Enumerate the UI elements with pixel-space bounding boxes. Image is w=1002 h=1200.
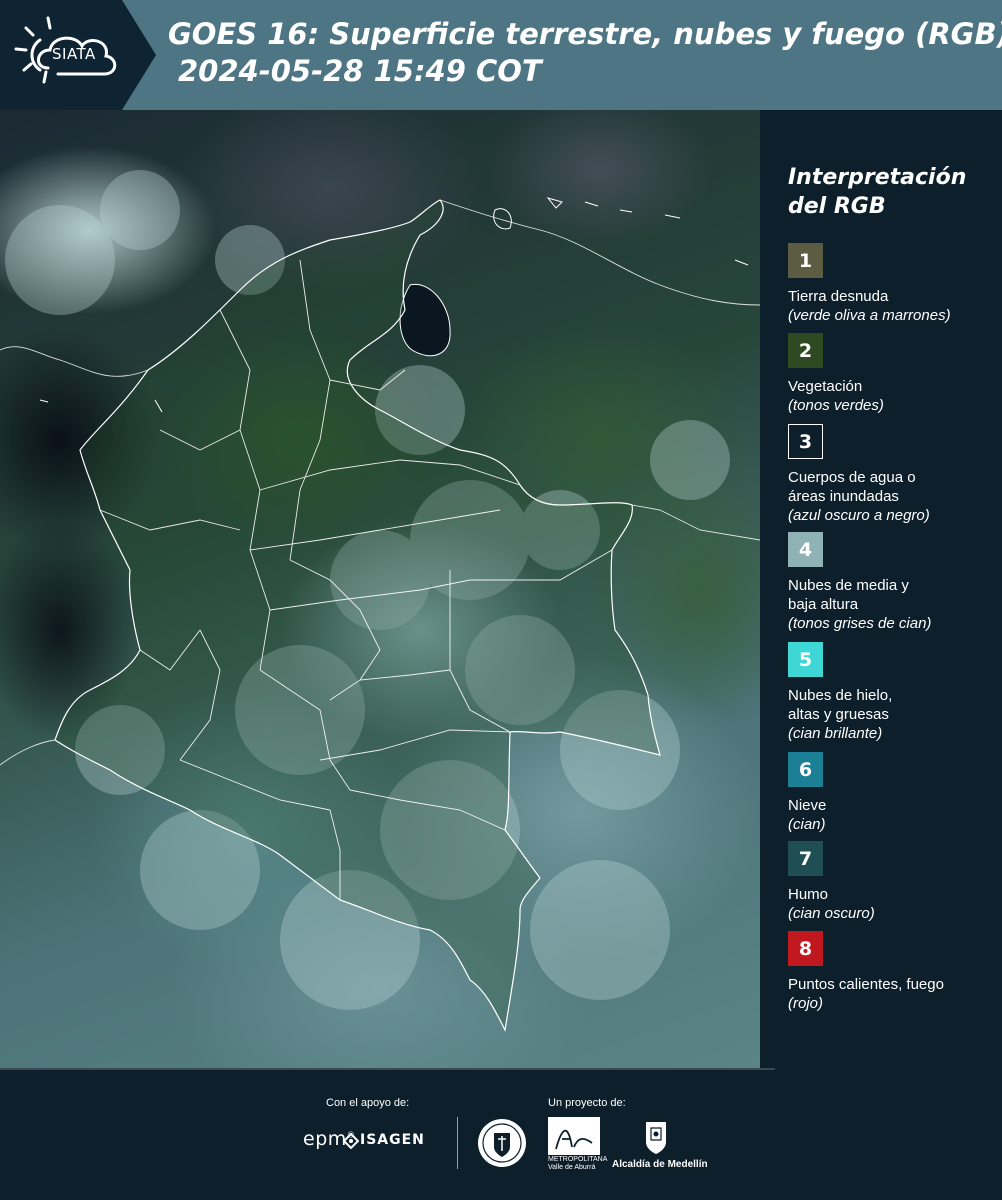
legend-number: 3 bbox=[798, 430, 813, 453]
legend-item-fire: 8 Puntos calientes, fuego (rojo) bbox=[788, 931, 998, 1013]
legend-label: Tierra desnuda bbox=[788, 288, 889, 305]
legend-label: Humo bbox=[788, 886, 829, 903]
isagen-logo-text: ISAGEN bbox=[360, 1132, 425, 1148]
legend-swatch: 6 bbox=[788, 752, 823, 787]
legend-number: 4 bbox=[798, 538, 813, 561]
legend-swatch: 1 bbox=[788, 243, 823, 278]
legend-swatch: 2 bbox=[788, 333, 823, 368]
legend-swatch: 8 bbox=[788, 931, 823, 966]
alcaldia-medellin-name: Alcaldía de Medellín bbox=[612, 1159, 708, 1170]
page-title: GOES 16: Superficie terrestre, nubes y f… bbox=[168, 16, 1002, 90]
colombia-boundaries bbox=[0, 170, 760, 1032]
legend-number: 8 bbox=[798, 937, 813, 960]
medellin-coat-of-arms-icon bbox=[646, 1122, 666, 1154]
legend-sublabel: (cian) bbox=[788, 816, 826, 833]
epm-logo-text: epm bbox=[303, 1128, 347, 1150]
project-label: Un proyecto de: bbox=[548, 1097, 626, 1109]
legend-item-water: 3 Cuerpos de agua o áreas inundadas (azu… bbox=[788, 424, 998, 525]
footer-divider bbox=[457, 1117, 458, 1169]
legend-item-bare-soil: 1 Tierra desnuda (verde oliva a marrones… bbox=[788, 243, 998, 325]
rgb-legend: Interpretación del RGB 1 Tierra desnuda … bbox=[776, 110, 1002, 1070]
legend-swatch: 4 bbox=[788, 532, 823, 567]
legend-swatch: 5 bbox=[788, 642, 823, 677]
legend-item-low-clouds: 4 Nubes de media y baja altura (tonos gr… bbox=[788, 532, 998, 633]
university-seal-icon bbox=[478, 1119, 526, 1167]
satellite-rgb-map bbox=[0, 110, 760, 1070]
legend-swatch: 7 bbox=[788, 841, 823, 876]
legend-number: 1 bbox=[798, 249, 813, 272]
legend-sublabel: (verde oliva a marrones) bbox=[788, 307, 951, 324]
header-bar: SIATA GOES 16: Superficie terrestre, nub… bbox=[0, 0, 1002, 110]
legend-item-snow: 6 Nieve (cian) bbox=[788, 752, 998, 834]
legend-sublabel: (azul oscuro a negro) bbox=[788, 507, 930, 524]
legend-sublabel: (cian oscuro) bbox=[788, 905, 875, 922]
area-metropolitana-name: METROPOLITANA Valle de Aburrá bbox=[548, 1156, 608, 1171]
footer-sponsors: Con el apoyo de: Un proyecto de: epm® IS… bbox=[0, 1070, 1002, 1200]
legend-swatch: 3 bbox=[788, 424, 823, 459]
legend-label: Vegetación bbox=[788, 378, 863, 395]
legend-label: Nubes de media y baja altura bbox=[788, 577, 909, 613]
legend-sublabel: (tonos grises de cian) bbox=[788, 615, 932, 632]
title-line-datetime: 2024-05-28 15:49 COT bbox=[178, 54, 542, 88]
legend-sublabel: (tonos verdes) bbox=[788, 397, 884, 414]
legend-label: Cuerpos de agua o áreas inundadas bbox=[788, 469, 916, 505]
siata-logo-text: SIATA bbox=[52, 45, 96, 63]
legend-number: 6 bbox=[798, 758, 813, 781]
siata-logo: SIATA bbox=[0, 0, 156, 110]
legend-sublabel: (cian brillante) bbox=[788, 725, 883, 742]
title-line-product: GOES 16: Superficie terrestre, nubes y f… bbox=[168, 17, 1002, 51]
isagen-icon bbox=[343, 1133, 359, 1149]
legend-label: Puntos calientes, fuego bbox=[788, 976, 944, 993]
legend-number: 2 bbox=[798, 339, 813, 362]
legend-title: Interpretación del RGB bbox=[788, 165, 967, 219]
legend-item-ice-clouds: 5 Nubes de hielo, altas y gruesas (cian … bbox=[788, 642, 998, 743]
legend-label: Nubes de hielo, altas y gruesas bbox=[788, 687, 893, 723]
legend-item-smoke: 7 Humo (cian oscuro) bbox=[788, 841, 998, 923]
legend-item-vegetation: 2 Vegetación (tonos verdes) bbox=[788, 333, 998, 415]
legend-number: 5 bbox=[798, 648, 813, 671]
maracaibo-lake bbox=[399, 283, 451, 357]
legend-label: Nieve bbox=[788, 797, 827, 814]
support-label: Con el apoyo de: bbox=[326, 1097, 410, 1109]
legend-number: 7 bbox=[798, 847, 813, 870]
legend-sublabel: (rojo) bbox=[788, 995, 824, 1012]
